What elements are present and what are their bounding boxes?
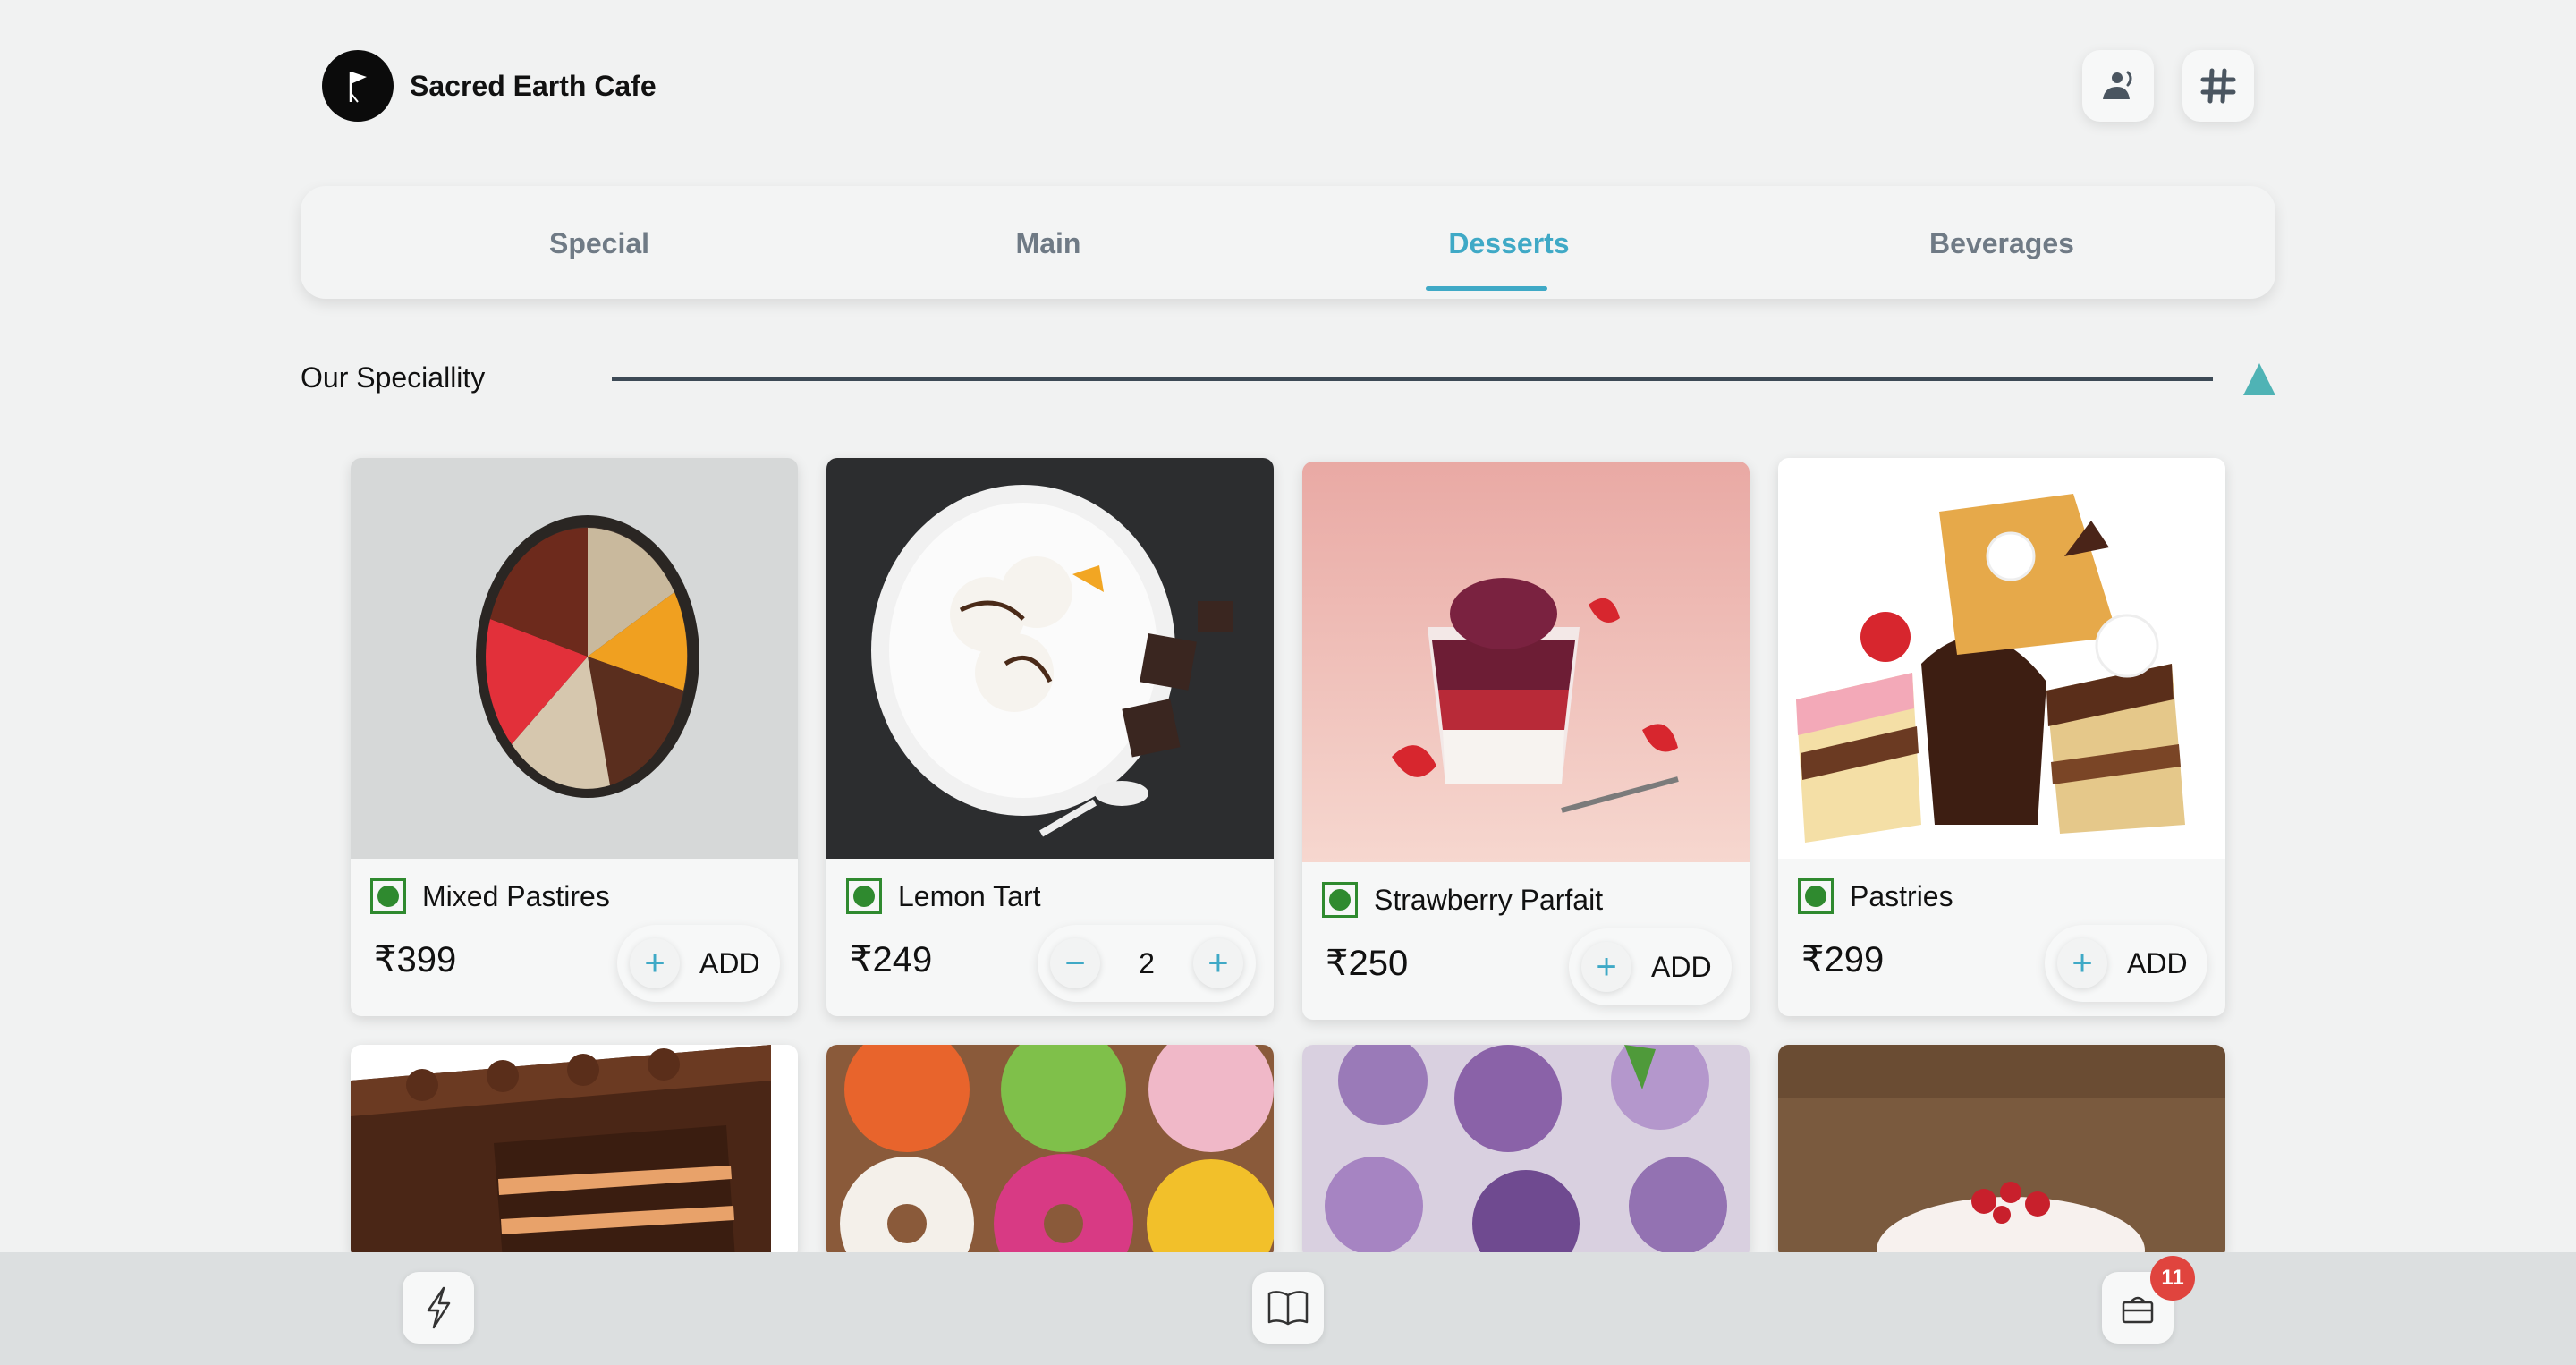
minus-icon[interactable]: −: [1050, 938, 1100, 988]
plus-icon[interactable]: +: [1192, 938, 1243, 988]
item-name: Lemon Tart: [898, 880, 1041, 912]
menu-item-card[interactable]: Mixed Pastires ₹399 + ADD: [351, 458, 798, 1016]
add-button[interactable]: + ADD: [617, 925, 780, 1002]
chocolate-cake-image: [351, 1045, 798, 1259]
donuts-image: [826, 1045, 1274, 1259]
menu-item-card[interactable]: [826, 1045, 1274, 1259]
cart-count-badge: 11: [2150, 1256, 2195, 1301]
pastries-image: [1778, 458, 2225, 859]
plus-icon: +: [2057, 938, 2107, 988]
item-price: ₹299: [1801, 940, 1885, 979]
tab-beverages[interactable]: Beverages: [1890, 227, 2114, 260]
plus-icon: +: [630, 938, 680, 988]
menu-item-card[interactable]: Pastries ₹299 + ADD: [1778, 458, 2225, 1016]
add-label: ADD: [699, 946, 760, 979]
strawberry-parfait-image: [1302, 462, 1750, 862]
cupcakes-image: [1302, 1045, 1750, 1259]
menu-item-card[interactable]: [1778, 1045, 2225, 1259]
cart-bag-icon: [2122, 1296, 2154, 1324]
quick-order-button[interactable]: [402, 1272, 474, 1344]
veg-indicator-icon: [370, 878, 406, 914]
veg-indicator-icon: [1322, 882, 1358, 918]
quantity-value: 2: [1139, 946, 1155, 979]
cart-button[interactable]: 11: [2102, 1256, 2195, 1344]
call-waiter-icon: [2103, 71, 2132, 99]
cafe-logo-icon: [322, 50, 394, 122]
bottom-nav-bar: 11: [0, 1252, 2576, 1365]
item-name: Strawberry Parfait: [1374, 884, 1604, 916]
menu-item-card[interactable]: [351, 1045, 798, 1259]
card-body: Lemon Tart ₹249 − 2 +: [826, 859, 1274, 1016]
menu-item-card[interactable]: Lemon Tart ₹249 − 2 +: [826, 458, 1274, 1016]
red-velvet-cupcake-image: [1778, 1045, 2225, 1259]
item-name: Pastries: [1850, 880, 1953, 912]
item-price: ₹249: [850, 940, 933, 979]
tab-special[interactable]: Special: [510, 227, 689, 260]
active-tab-indicator: [1426, 286, 1547, 291]
menu-book-icon: [1267, 1291, 1309, 1326]
menu-button[interactable]: [1252, 1272, 1324, 1344]
lightning-icon: [427, 1286, 451, 1329]
table-number-icon: [2200, 68, 2236, 104]
card-body: Strawberry Parfait ₹250 + ADD: [1302, 862, 1750, 1020]
add-label: ADD: [1651, 950, 1712, 983]
category-tabs: Special Main Desserts Beverages: [301, 186, 2275, 299]
quantity-stepper: − 2 +: [1038, 925, 1256, 1002]
section-divider: [612, 377, 2213, 381]
lemon-tart-image: [826, 458, 1274, 859]
call-waiter-button[interactable]: [2082, 50, 2154, 122]
brand-name: Sacred Earth Cafe: [410, 69, 657, 102]
plus-icon: +: [1581, 942, 1631, 992]
brand[interactable]: Sacred Earth Cafe: [322, 50, 657, 122]
tab-desserts[interactable]: Desserts: [1397, 227, 1621, 260]
item-name: Mixed Pastires: [422, 880, 610, 912]
tab-main[interactable]: Main: [959, 227, 1138, 260]
table-number-button[interactable]: [2182, 50, 2254, 122]
add-button[interactable]: + ADD: [2045, 925, 2207, 1002]
item-price: ₹399: [374, 940, 457, 979]
veg-indicator-icon: [846, 878, 882, 914]
menu-item-card[interactable]: Strawberry Parfait ₹250 + ADD: [1302, 462, 1750, 1020]
section-title: Our Speciallity: [301, 361, 486, 394]
mixed-pastries-image: [351, 458, 798, 859]
add-label: ADD: [2127, 946, 2188, 979]
add-button[interactable]: + ADD: [1569, 928, 1732, 1005]
item-price: ₹250: [1326, 944, 1409, 983]
card-body: Mixed Pastires ₹399 + ADD: [351, 859, 798, 1016]
veg-indicator-icon: [1798, 878, 1834, 914]
card-body: Pastries ₹299 + ADD: [1778, 859, 2225, 1016]
header: Sacred Earth Cafe: [322, 50, 2254, 122]
menu-item-card[interactable]: [1302, 1045, 1750, 1259]
header-actions: [2082, 50, 2254, 122]
triangle-up-icon[interactable]: [2243, 363, 2275, 395]
